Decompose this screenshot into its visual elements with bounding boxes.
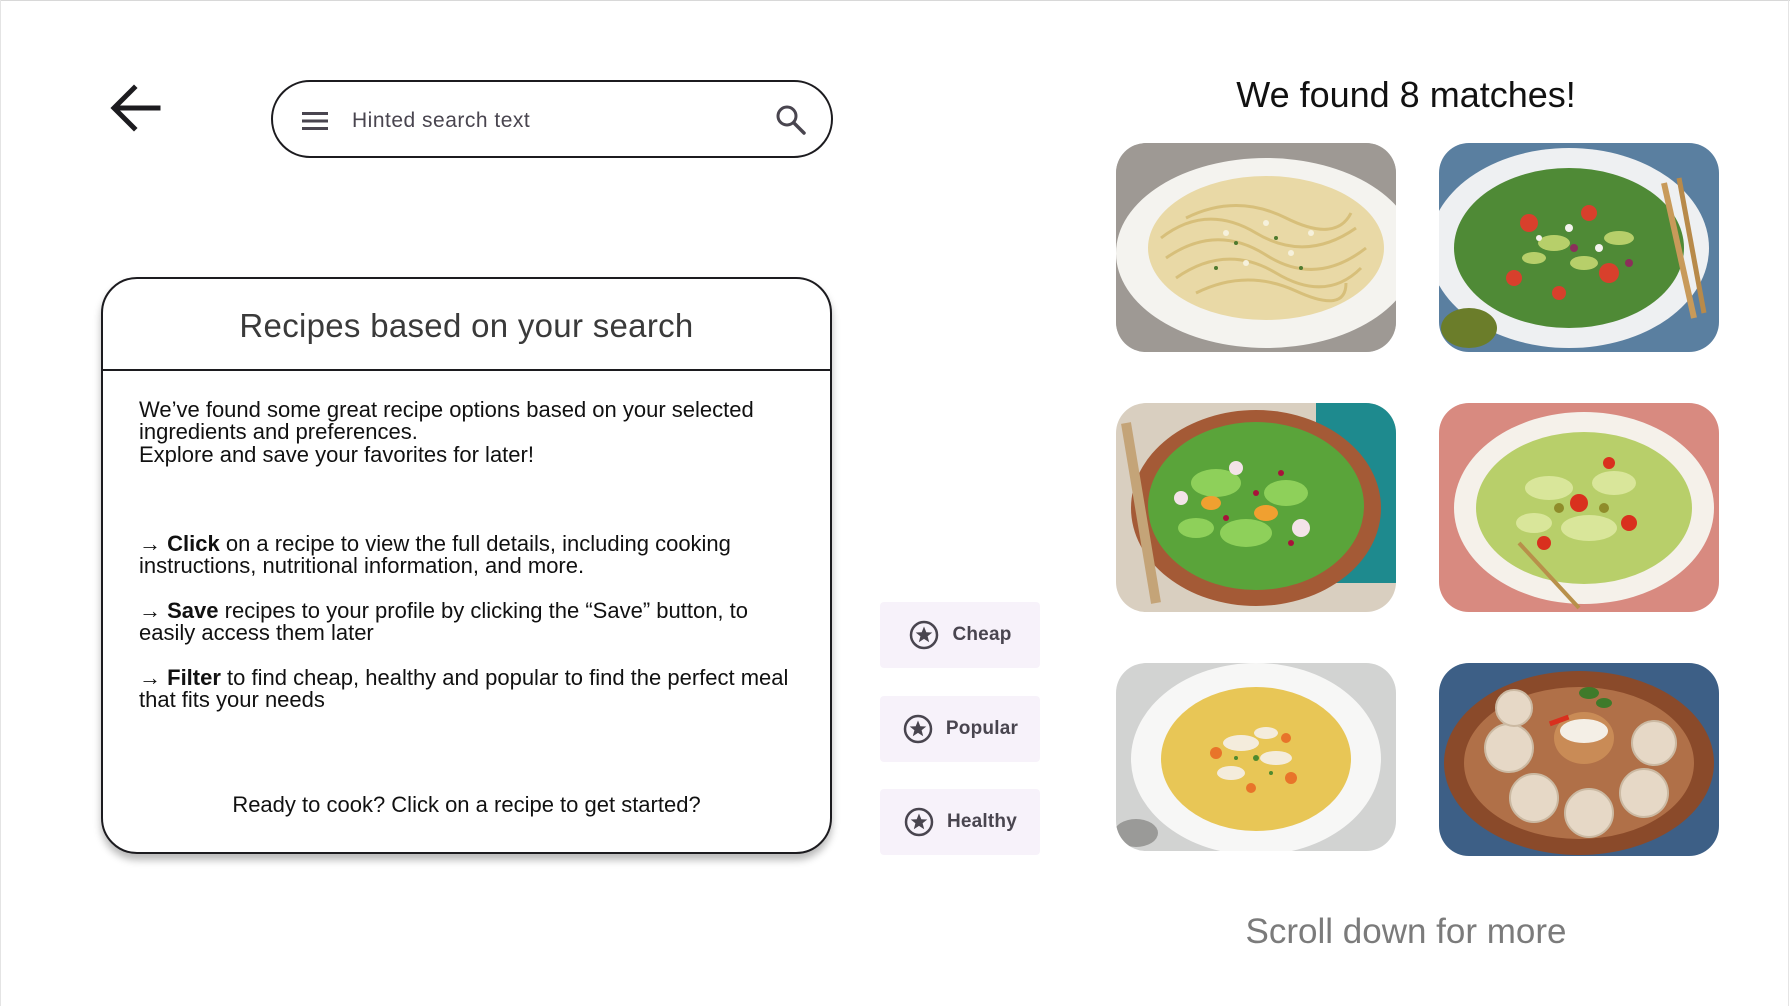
card-title: Recipes based on your search — [239, 307, 694, 344]
recipes-info-card: Recipes based on your search We’ve found… — [101, 277, 832, 854]
arrow-left-icon — [110, 84, 161, 132]
results-heading: We found 8 matches! — [1236, 74, 1576, 115]
filter-healthy-button[interactable]: Healthy — [880, 789, 1040, 855]
recipe-card-avocado-salad[interactable] — [1439, 143, 1719, 352]
tip-filter: → Filter to find cheap, healthy and popu… — [139, 667, 809, 711]
frame-right-border — [1788, 0, 1789, 1006]
back-button[interactable] — [104, 78, 164, 138]
explore-text: Explore and save your favorites for late… — [139, 442, 534, 467]
hamburger-menu-icon[interactable] — [297, 103, 333, 139]
lettuce-salad-white-bowl-photo — [1439, 403, 1719, 612]
search-input[interactable] — [350, 100, 754, 142]
scroll-hint-text: Scroll down for more — [1245, 912, 1567, 951]
recipe-card-lettuce-salad[interactable] — [1439, 403, 1719, 612]
filter-label: Cheap — [952, 624, 1012, 645]
tip-save: → Save recipes to your profile by clicki… — [139, 600, 809, 644]
star-circle-icon — [903, 714, 933, 744]
frame-top-border — [0, 0, 1790, 1]
filter-label: Popular — [945, 718, 1019, 739]
recipe-card-chicken-soup[interactable] — [1116, 663, 1396, 851]
recipe-card-spaghetti[interactable] — [1116, 143, 1396, 352]
dumplings-plate-photo — [1439, 663, 1719, 856]
star-circle-icon — [910, 620, 939, 650]
card-divider — [103, 369, 830, 371]
search-icon[interactable] — [773, 102, 809, 138]
filter-cheap-button[interactable]: Cheap — [880, 602, 1040, 668]
tip-click: → Click on a recipe to view the full det… — [139, 533, 809, 577]
search-bar — [271, 80, 833, 158]
tip-text: to find cheap, healthy and popular to fi… — [139, 665, 789, 712]
frame-left-border — [0, 0, 1, 1006]
filter-label: Healthy — [946, 811, 1018, 832]
green-salad-wooden-bowl-photo — [1116, 403, 1396, 612]
star-circle-icon — [904, 807, 934, 837]
recipe-card-dumplings[interactable] — [1439, 663, 1719, 856]
card-footer-text: Ready to cook? Click on a recipe to get … — [232, 792, 701, 817]
filter-popular-button[interactable]: Popular — [880, 696, 1040, 762]
avocado-tomato-salad-photo — [1439, 143, 1719, 352]
chicken-vegetable-soup-photo — [1116, 663, 1396, 851]
recipe-card-green-salad[interactable] — [1116, 403, 1396, 612]
tip-text: on a recipe to view the full details, in… — [139, 531, 731, 578]
spaghetti-plate-photo — [1116, 143, 1396, 352]
intro-text: We’ve found some great recipe options ba… — [139, 397, 754, 444]
tip-text: recipes to your profile by clicking the … — [139, 598, 748, 645]
